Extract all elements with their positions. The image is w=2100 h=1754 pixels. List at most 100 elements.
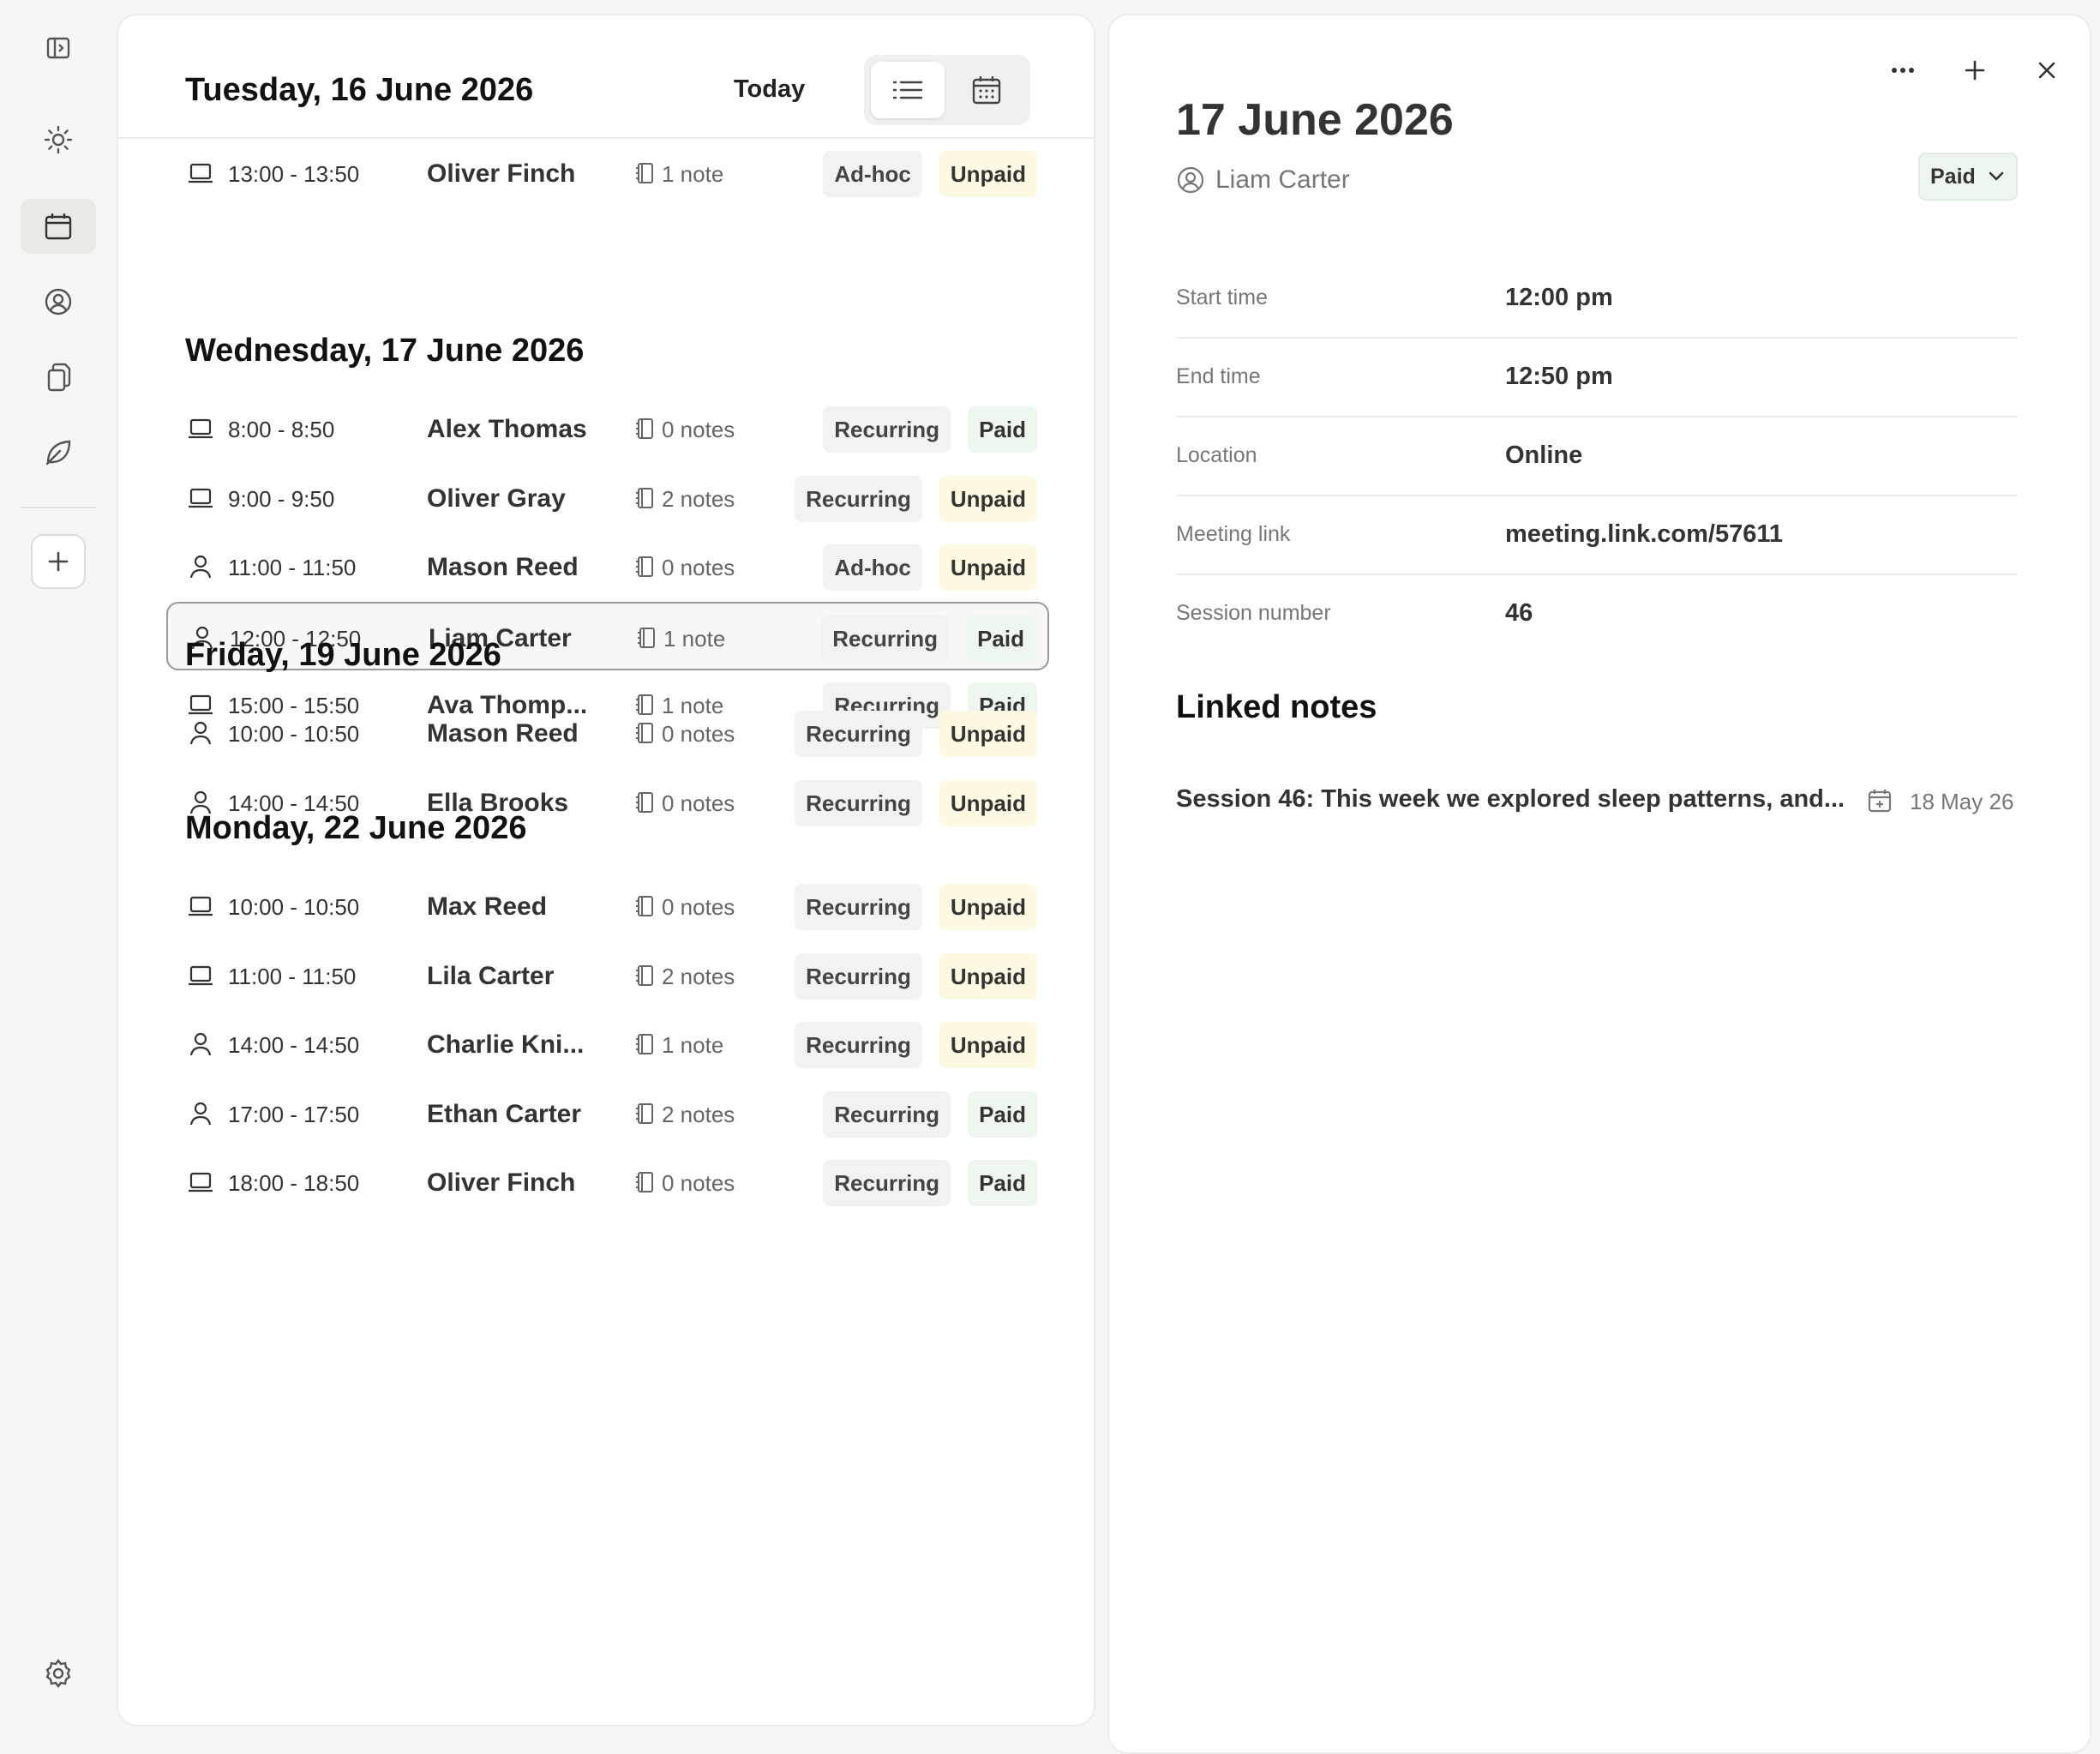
session-time: 14:00 - 14:50 xyxy=(228,1032,360,1058)
session-tags: Ad-hoc Unpaid xyxy=(823,151,1037,197)
session-client-name: Ethan Carter xyxy=(427,1099,582,1128)
session-row[interactable]: 17:00 - 17:50 Ethan Carter 2 notes Recurrin… xyxy=(166,1079,1049,1148)
laptop-icon xyxy=(187,159,214,187)
session-row[interactable]: 8:00 - 8:50 Alex Thomas 0 notes Recurring Pa… xyxy=(166,394,1049,463)
sidebar-item-calendar[interactable] xyxy=(21,199,96,254)
field-value: 12:00 pm xyxy=(1505,284,1613,311)
laptop-icon xyxy=(187,892,214,920)
session-tags: Recurring Paid xyxy=(823,406,1037,453)
notebook-icon xyxy=(634,1033,655,1055)
session-row[interactable]: 10:00 - 10:50 Mason Reed 0 notes Recurring U… xyxy=(166,699,1049,767)
session-type-badge: Recurring xyxy=(795,475,922,522)
more-horizontal-icon xyxy=(1890,66,1916,75)
sidebar-toggle-icon xyxy=(45,34,72,62)
session-notes-count: 1 note xyxy=(662,1032,724,1058)
sidebar-item-clients[interactable] xyxy=(21,274,96,329)
laptop-icon xyxy=(187,484,214,512)
schedule-header: Tuesday, 16 June 2026 Today xyxy=(118,15,1094,139)
day-title: Wednesday, 17 June 2026 xyxy=(185,333,585,369)
session-client-name: Oliver Gray xyxy=(427,484,566,513)
session-notes-count: 1 note xyxy=(662,161,724,187)
session-tags: Recurring Unpaid xyxy=(795,1022,1037,1068)
notebook-icon xyxy=(636,627,657,649)
session-row[interactable]: 13:00 - 13:50 Oliver Finch 1 note Ad-hoc Unp… xyxy=(166,139,1049,207)
session-notes-count: 0 notes xyxy=(662,721,735,747)
sidebar-item-today[interactable] xyxy=(21,112,96,167)
session-notes-count: 0 notes xyxy=(662,417,735,442)
session-row[interactable]: 10:00 - 10:50 Max Reed 0 notes Recurring Unp… xyxy=(166,872,1049,940)
payment-status-badge: Unpaid xyxy=(939,952,1037,1000)
session-type-badge: Recurring xyxy=(823,406,951,453)
session-detail-panel: 17 June 2026 Liam Carter Paid Start time… xyxy=(1107,14,2091,1754)
plus-icon xyxy=(46,550,70,574)
chevron-down-icon xyxy=(1988,171,2005,182)
sidebar-toggle-button[interactable] xyxy=(21,21,96,75)
session-time: 18:00 - 18:50 xyxy=(228,1170,360,1196)
laptop-icon xyxy=(187,1168,214,1196)
payment-status-value: Paid xyxy=(1930,164,1976,189)
day-title: Monday, 22 June 2026 xyxy=(185,810,527,846)
session-notes-count: 0 notes xyxy=(662,555,735,580)
list-view-button[interactable] xyxy=(871,62,945,118)
session-type-badge: Recurring xyxy=(795,884,922,930)
linked-notes-title: Linked notes xyxy=(1176,689,1377,725)
field-label: Session number xyxy=(1176,601,1331,625)
close-button[interactable] xyxy=(2028,51,2066,89)
sidebar-item-wellbeing[interactable] xyxy=(21,425,96,480)
payment-status-badge: Unpaid xyxy=(939,544,1037,591)
person-icon xyxy=(187,1100,214,1127)
notebook-icon xyxy=(634,556,655,578)
schedule-list[interactable]: Tuesday, 16 June 2026 8:00 - 8:50 Alex Tho… xyxy=(118,15,1094,1725)
plus-icon xyxy=(1964,59,1986,81)
session-client-name: Max Reed xyxy=(427,892,548,921)
more-options-button[interactable] xyxy=(1884,51,1922,89)
person-icon xyxy=(187,553,214,580)
notebook-icon xyxy=(634,417,655,440)
payment-status-badge: Unpaid xyxy=(939,151,1037,197)
payment-status-dropdown[interactable]: Paid xyxy=(1918,153,2018,201)
session-type-badge: Recurring xyxy=(795,1022,922,1068)
field-value[interactable]: meeting.link.com/57611 xyxy=(1505,520,1783,549)
session-row[interactable]: 18:00 - 18:50 Oliver Finch 0 notes Recurrin… xyxy=(166,1148,1049,1216)
person-icon xyxy=(187,1030,214,1058)
settings-button[interactable] xyxy=(21,1646,96,1701)
payment-status-badge: Unpaid xyxy=(939,711,1037,757)
linked-note-item[interactable]: Session 46: This week we explored sleep … xyxy=(1176,770,2018,832)
session-time: 10:00 - 10:50 xyxy=(228,894,360,920)
linked-note-text: Session 46: This week we explored sleep … xyxy=(1176,785,1845,813)
sidebar xyxy=(0,0,117,1742)
calendar-icon xyxy=(970,74,1003,106)
session-row[interactable]: 11:00 - 11:50 Lila Carter 2 notes Recurring… xyxy=(166,941,1049,1010)
calendar-view-button[interactable] xyxy=(950,62,1023,118)
session-notes-count: 0 notes xyxy=(662,1170,735,1196)
user-circle-icon xyxy=(43,286,74,317)
session-fields: Start time 12:00 pm End time 12:50 pm Locati… xyxy=(1176,260,2018,654)
new-button[interactable] xyxy=(1956,51,1994,89)
payment-status-badge: Paid xyxy=(968,1160,1037,1206)
session-time: 9:00 - 9:50 xyxy=(228,485,335,512)
payment-status-badge: Unpaid xyxy=(939,884,1037,930)
notebook-icon xyxy=(634,162,655,184)
session-notes-count: 0 notes xyxy=(662,790,735,816)
today-button[interactable]: Today xyxy=(734,75,805,104)
session-row[interactable]: 9:00 - 9:50 Oliver Gray 2 notes Recurring Un… xyxy=(166,464,1049,532)
add-button[interactable] xyxy=(31,534,86,589)
session-client-name: Mason Reed xyxy=(427,553,579,581)
session-client-name: Lila Carter xyxy=(427,961,555,990)
session-client[interactable]: Liam Carter xyxy=(1176,163,1350,197)
field-value: 12:50 pm xyxy=(1505,363,1613,390)
session-row[interactable]: 14:00 - 14:50 Charlie Kni... 1 note Recurri… xyxy=(166,1010,1049,1078)
payment-status-badge: Unpaid xyxy=(939,1022,1037,1068)
session-row[interactable]: 11:00 - 11:50 Mason Reed 0 notes Ad-hoc Unpa… xyxy=(166,532,1049,601)
session-tags: Ad-hoc Unpaid xyxy=(823,544,1037,591)
session-type-badge: Recurring xyxy=(823,1090,951,1138)
notebook-icon xyxy=(634,487,655,509)
schedule-panel: Tuesday, 16 June 2026 8:00 - 8:50 Alex Tho… xyxy=(117,14,1095,1727)
session-time: 17:00 - 17:50 xyxy=(228,1101,360,1127)
session-client-name: Oliver Finch xyxy=(427,159,576,188)
sidebar-item-notes[interactable] xyxy=(21,350,96,405)
payment-status-badge: Unpaid xyxy=(939,475,1037,522)
calendar-add-icon xyxy=(1867,787,1894,814)
session-type-badge: Recurring xyxy=(795,711,922,757)
session-notes-count: 2 notes xyxy=(662,963,735,989)
